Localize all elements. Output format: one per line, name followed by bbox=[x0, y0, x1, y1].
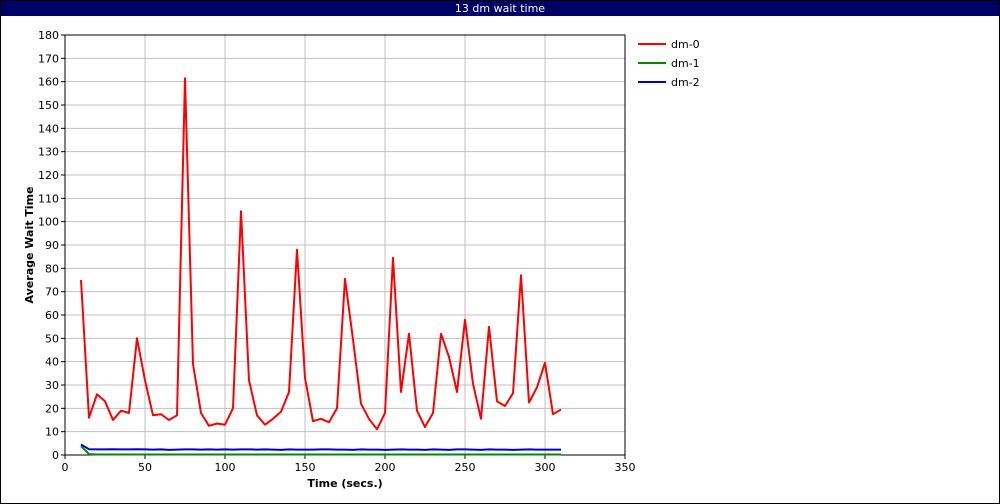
y-tick-label: 150 bbox=[38, 99, 59, 112]
y-tick-label: 120 bbox=[38, 169, 59, 182]
legend: dm-0 dm-1 dm-2 bbox=[638, 38, 700, 89]
y-tick-label: 40 bbox=[45, 356, 59, 369]
legend-label: dm-1 bbox=[671, 57, 700, 70]
y-tick-label: 30 bbox=[45, 379, 59, 392]
y-tick-label: 0 bbox=[52, 449, 59, 462]
y-tick-label: 160 bbox=[38, 76, 59, 89]
x-tick-label: 50 bbox=[138, 461, 152, 474]
y-tick-label: 110 bbox=[38, 192, 59, 205]
x-tick-label: 200 bbox=[375, 461, 396, 474]
x-tick-label: 150 bbox=[295, 461, 316, 474]
x-tick-label: 350 bbox=[615, 461, 636, 474]
y-tick-label: 170 bbox=[38, 52, 59, 65]
x-tick-label: 300 bbox=[535, 461, 556, 474]
grid-layer bbox=[64, 34, 626, 456]
series-line-dm-2 bbox=[80, 443, 561, 451]
y-tick-label: 100 bbox=[38, 216, 59, 229]
legend-label: dm-0 bbox=[671, 38, 700, 51]
y-tick-label: 20 bbox=[45, 402, 59, 415]
y-tick-label: 10 bbox=[45, 426, 59, 439]
y-tick-label: 90 bbox=[45, 239, 59, 252]
y-tick-label: 70 bbox=[45, 286, 59, 299]
y-tick-label: 130 bbox=[38, 146, 59, 159]
y-tick-label: 80 bbox=[45, 262, 59, 275]
y-tick-label: 180 bbox=[38, 29, 59, 42]
x-tick-label: 0 bbox=[62, 461, 69, 474]
x-axis-label: Time (secs.) bbox=[307, 477, 382, 490]
y-tick-label: 50 bbox=[45, 332, 59, 345]
series-line-dm-0 bbox=[80, 77, 562, 431]
x-tick-label: 100 bbox=[215, 461, 236, 474]
y-tick-label: 140 bbox=[38, 122, 59, 135]
series-layer bbox=[80, 77, 562, 456]
line-chart: 0 10 20 30 40 50 60 70 80 90 100 110 120 130 140 150 160… bbox=[23, 29, 700, 490]
legend-label: dm-2 bbox=[671, 76, 700, 89]
y-axis-label: Average Wait Time bbox=[23, 187, 36, 304]
x-tick-label: 250 bbox=[455, 461, 476, 474]
y-tick-label: 60 bbox=[45, 309, 59, 322]
